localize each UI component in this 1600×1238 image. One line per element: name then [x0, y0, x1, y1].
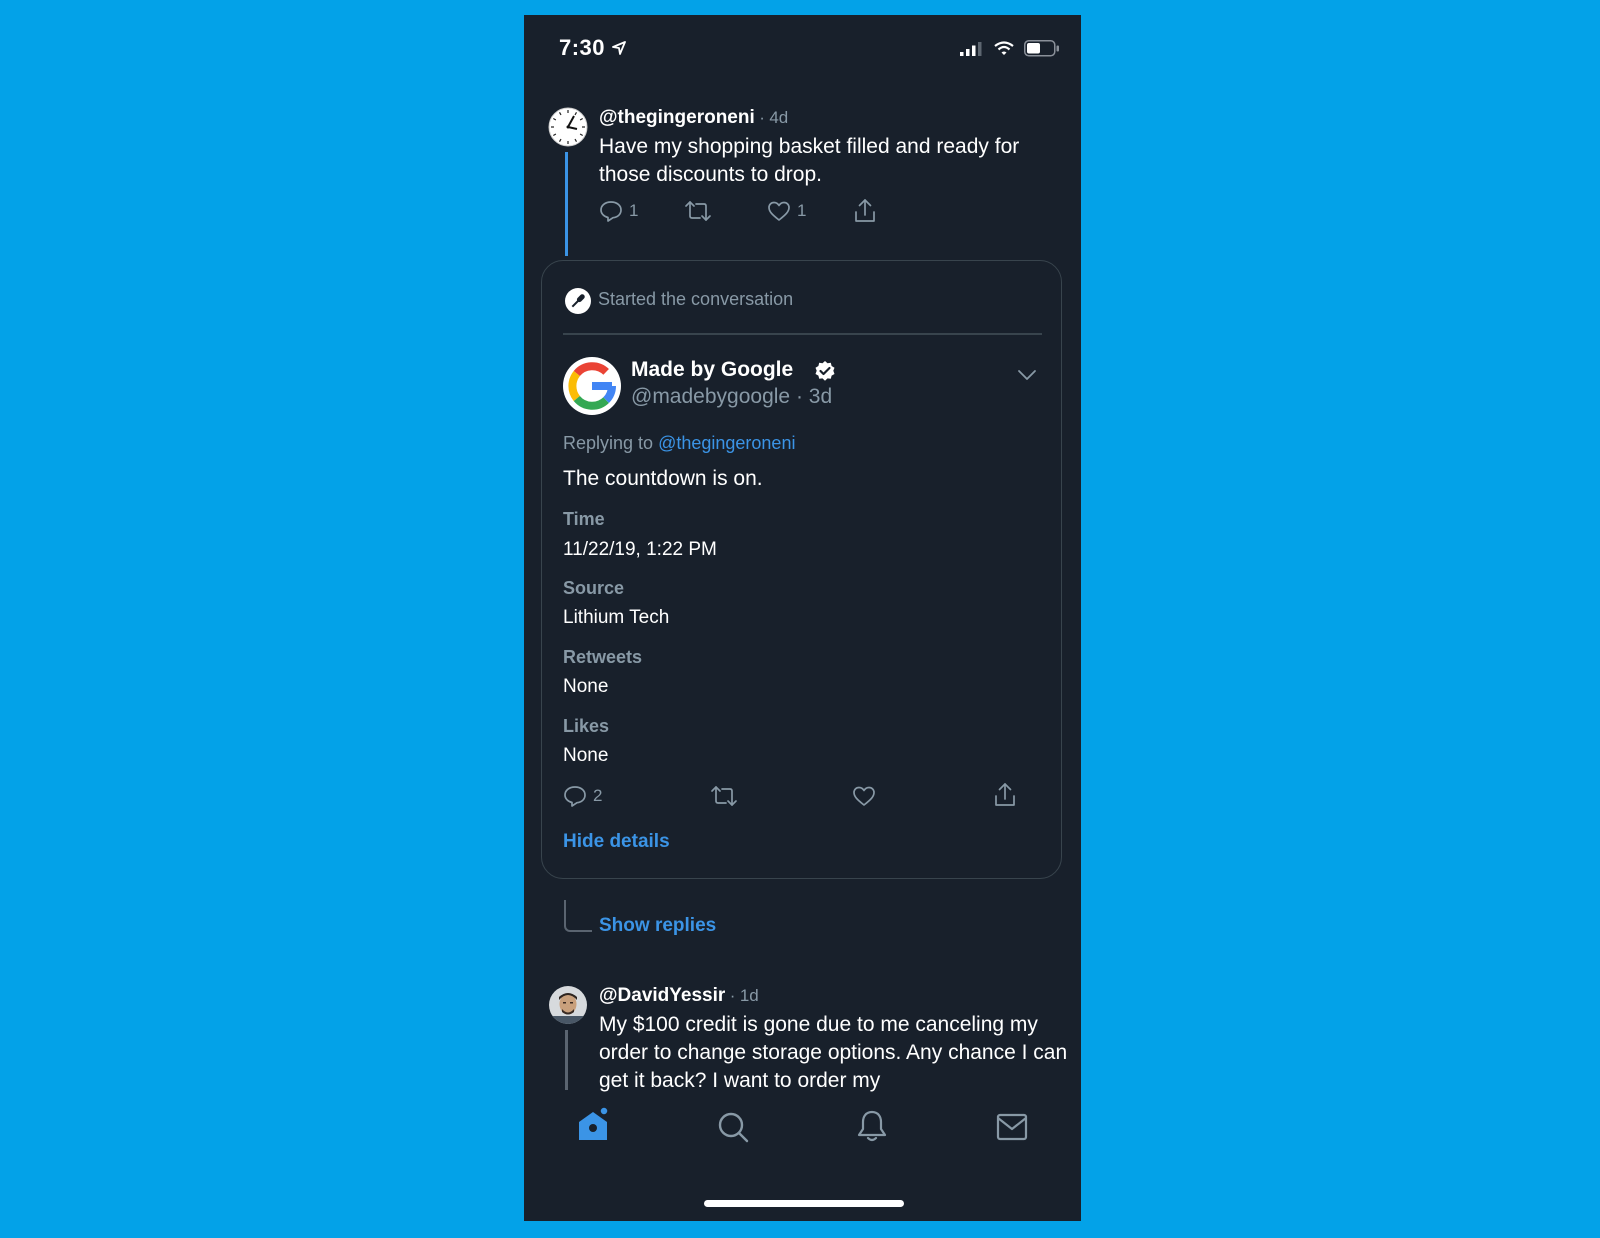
clock-time: 7:30	[559, 35, 606, 60]
author-handle[interactable]: @madebygoogle	[631, 385, 790, 408]
tab-home[interactable]	[576, 1107, 610, 1143]
reply-icon	[564, 786, 586, 807]
battery-icon	[1024, 40, 1060, 57]
card-tweet-text: The countdown is on.	[563, 467, 763, 490]
card-share-button[interactable]	[993, 782, 1017, 808]
google-avatar[interactable]	[562, 356, 622, 416]
phone-screen: 7:30 @thegingeroneni · 4d Have my shoppi…	[524, 15, 1081, 1221]
share-icon	[995, 783, 1015, 806]
location-arrow-icon	[612, 41, 626, 55]
replying-handle-link[interactable]: @thegingeroneni	[658, 433, 795, 453]
search-icon	[718, 1112, 749, 1143]
clock-avatar-icon	[548, 107, 588, 147]
tweet1-share-button[interactable]	[853, 198, 877, 224]
card-like-button[interactable]	[852, 784, 876, 808]
google-logo-icon	[563, 357, 621, 415]
detail-value-source: Lithium Tech	[563, 607, 670, 628]
mail-icon	[996, 1113, 1028, 1141]
tweet1-time: 4d	[769, 108, 789, 127]
signal-icon	[960, 42, 982, 56]
avatar-davidyessir[interactable]	[548, 985, 588, 1025]
microphone-icon	[564, 287, 592, 315]
tweet1-reply-button[interactable]: 1	[599, 199, 638, 223]
card-time: 3d	[808, 385, 833, 408]
chevron-down-icon[interactable]	[1017, 369, 1037, 381]
tab-search[interactable]	[717, 1111, 749, 1143]
hide-details-link[interactable]: Hide details	[563, 831, 670, 853]
detail-value-retweets: None	[563, 676, 609, 697]
separator-dot: ·	[795, 385, 803, 408]
like-icon	[853, 786, 875, 806]
card-retweet-button[interactable]	[710, 784, 738, 808]
detail-label-time: Time	[563, 509, 605, 529]
detail-value-time: 11/22/19, 1:22 PM	[563, 539, 717, 560]
tweet2-time: 1d	[739, 986, 759, 1005]
tweet1-like-button[interactable]: 1	[767, 199, 806, 223]
separator-dot: ·	[759, 108, 765, 127]
detail-label-source: Source	[563, 578, 625, 598]
replying-to: Replying to @thegingeroneni	[563, 433, 795, 454]
card-reply-button[interactable]: 2	[563, 784, 602, 808]
author-name[interactable]: Made by Google	[631, 358, 793, 382]
author-handle-line: @madebygoogle · 3d	[631, 385, 832, 409]
retweet-icon	[711, 786, 737, 806]
detail-label-likes: Likes	[563, 716, 610, 736]
home-icon	[579, 1107, 609, 1140]
tweet2-text: My $100 credit is gone due to me canceli…	[599, 1013, 1068, 1092]
conversation-card: Started the conversation Made by Google …	[541, 260, 1062, 879]
card-reply-count: 2	[593, 786, 603, 805]
share-icon	[855, 199, 875, 222]
home-indicator[interactable]	[704, 1200, 904, 1207]
replying-prefix: Replying to	[563, 433, 654, 453]
card-divider	[563, 333, 1042, 335]
tweet1-header: @thegingeroneni · 4d	[599, 107, 788, 129]
detail-label-retweets: Retweets	[563, 647, 643, 667]
replies-connector	[564, 900, 592, 932]
thread-line	[565, 152, 568, 256]
started-conversation-label: Started the conversation	[598, 289, 794, 309]
tweet1-handle[interactable]: @thegingeroneni	[599, 107, 755, 128]
show-replies-link[interactable]: Show replies	[599, 915, 716, 937]
verified-icon	[814, 360, 836, 382]
wifi-icon	[994, 41, 1014, 56]
tweet1-retweet-button[interactable]	[684, 199, 712, 223]
detail-value-likes: None	[563, 745, 609, 766]
reply-icon	[600, 201, 622, 222]
tweet1-like-count: 1	[797, 201, 807, 220]
avatar-thegingeroneni[interactable]	[548, 107, 588, 147]
person-avatar-icon	[549, 986, 587, 1024]
tab-notifications[interactable]	[856, 1109, 888, 1143]
tab-messages[interactable]	[996, 1113, 1028, 1141]
separator-dot: ·	[729, 986, 736, 1005]
thread-line	[565, 1030, 568, 1090]
tweet1-reply-count: 1	[629, 201, 639, 220]
bell-icon	[857, 1110, 887, 1142]
tweet1-text: Have my shopping basket filled and ready…	[599, 135, 1020, 186]
like-icon	[768, 201, 790, 221]
tweet2-handle[interactable]: @DavidYessir	[599, 985, 725, 1006]
retweet-icon	[685, 201, 711, 221]
tweet2-header: @DavidYessir · 1d	[599, 985, 759, 1007]
status-time: 7:30	[559, 35, 605, 61]
